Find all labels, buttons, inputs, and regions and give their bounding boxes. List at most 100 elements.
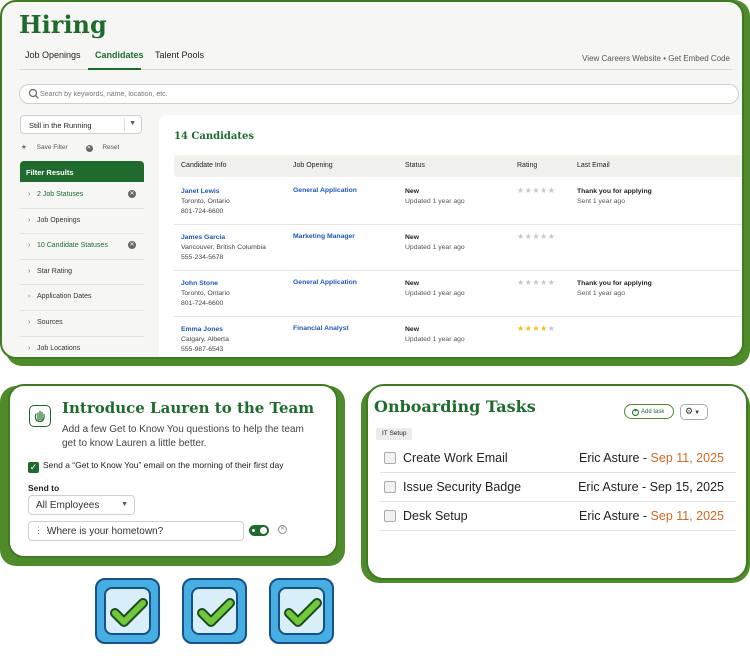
filter-item-application-dates[interactable]: › Application Dates bbox=[20, 285, 144, 311]
star-filled-icon[interactable]: ★ bbox=[532, 324, 540, 333]
candidate-filter-select[interactable]: Still in the Running ▼ bbox=[20, 115, 142, 134]
filter-item-job-statuses[interactable]: › 2 Job Statuses ✕ bbox=[20, 183, 144, 209]
star-rating[interactable]: ★★★★★ bbox=[517, 324, 555, 333]
task-row[interactable]: Desk Setup Eric Asture - Sep 11, 2025 bbox=[380, 503, 736, 531]
toggle-dot bbox=[252, 529, 255, 532]
send-to-select[interactable]: All Employees ▼ bbox=[28, 495, 135, 515]
star-empty-icon[interactable]: ★ bbox=[540, 186, 548, 195]
task-row[interactable]: Create Work Email Eric Asture - Sep 11, … bbox=[380, 445, 736, 473]
star-empty-icon[interactable]: ★ bbox=[532, 186, 540, 195]
reset-button[interactable]: ✕ Reset bbox=[85, 144, 128, 152]
settings-menu-button[interactable]: ⚙▼ bbox=[680, 404, 708, 420]
job-opening-link[interactable]: Financial Analyst bbox=[293, 325, 349, 332]
status-cell: New Updated 1 year ago bbox=[405, 279, 465, 299]
task-assignee: Eric Asture - bbox=[579, 451, 651, 465]
filter-item-job-openings[interactable]: › Job Openings bbox=[20, 209, 144, 235]
star-filled-icon[interactable]: ★ bbox=[517, 324, 525, 333]
candidate-name-link[interactable]: John Stone bbox=[181, 279, 230, 289]
remove-question-icon[interactable]: ✕ bbox=[278, 525, 287, 534]
clear-filter-icon[interactable]: ✕ bbox=[128, 190, 136, 198]
star-empty-icon[interactable]: ★ bbox=[532, 232, 540, 241]
task-checkbox[interactable] bbox=[384, 481, 396, 493]
task-checkbox[interactable] bbox=[384, 510, 396, 522]
star-empty-icon[interactable]: ★ bbox=[548, 186, 556, 195]
task-due-date: Sep 11, 2025 bbox=[650, 451, 724, 465]
job-opening-link[interactable]: General Application bbox=[293, 187, 357, 194]
tab-job-openings[interactable]: Job Openings bbox=[25, 50, 81, 60]
column-header[interactable]: Rating bbox=[517, 162, 537, 169]
clear-filter-icon[interactable]: ✕ bbox=[128, 241, 136, 250]
table-header: Candidate Info Job Opening Status Rating… bbox=[174, 155, 742, 177]
email-sent: Sent 1 year ago bbox=[577, 290, 625, 297]
filter-list: › 2 Job Statuses ✕ › Job Openings › 10 Cand… bbox=[20, 183, 144, 357]
filter-item-star-rating[interactable]: › Star Rating bbox=[20, 260, 144, 286]
task-due-date: Sep 11, 2025 bbox=[650, 509, 724, 523]
send-email-option[interactable]: ✓ Send a “Get to Know You” email on the m… bbox=[28, 460, 284, 473]
column-header[interactable]: Job Opening bbox=[293, 162, 333, 169]
filter-results-header: Filter Results bbox=[20, 161, 144, 182]
column-header[interactable]: Last Email bbox=[577, 162, 610, 169]
star-empty-icon[interactable]: ★ bbox=[548, 232, 556, 241]
chevron-right-icon: › bbox=[28, 293, 31, 301]
tab-candidates[interactable]: Candidates bbox=[95, 50, 144, 60]
check-badge-inner bbox=[104, 587, 151, 635]
filter-item-job-locations[interactable]: › Job Locations bbox=[20, 337, 144, 357]
star-filled-icon[interactable]: ★ bbox=[540, 324, 548, 333]
star-empty-icon[interactable]: ★ bbox=[517, 232, 525, 241]
candidate-info: Emma Jones Calgary, Alberta 555-987-6543 bbox=[181, 325, 229, 355]
task-row[interactable]: Issue Security Badge Eric Asture - Sep 1… bbox=[380, 474, 736, 502]
intro-description: Add a few Get to Know You questions to h… bbox=[62, 424, 304, 449]
search-icon bbox=[28, 88, 39, 99]
email-sent: Sent 1 year ago bbox=[577, 198, 625, 205]
check-icon bbox=[110, 598, 148, 627]
careers-links[interactable]: View Careers Website • Get Embed Code bbox=[582, 54, 730, 63]
star-empty-icon[interactable]: ★ bbox=[548, 278, 556, 287]
star-empty-icon[interactable]: ★ bbox=[540, 278, 548, 287]
table-row[interactable]: John Stone Toronto, Ontario 801-724-6600… bbox=[174, 271, 742, 317]
chevron-down-icon: ▼ bbox=[121, 501, 128, 508]
star-rating[interactable]: ★★★★★ bbox=[517, 278, 555, 287]
task-section-badge: IT Setup bbox=[376, 428, 413, 440]
job-opening-link[interactable]: Marketing Manager bbox=[293, 233, 355, 240]
chevron-right-icon: › bbox=[28, 267, 31, 275]
star-rating[interactable]: ★★★★★ bbox=[517, 186, 555, 195]
star-empty-icon[interactable]: ★ bbox=[532, 278, 540, 287]
column-header[interactable]: Status bbox=[405, 162, 425, 169]
column-header[interactable]: Candidate Info bbox=[181, 162, 227, 169]
task-checkbox[interactable] bbox=[384, 452, 396, 464]
filter-item-candidate-statuses[interactable]: › 10 Candidate Statuses ✕ bbox=[20, 234, 144, 260]
filter-item-sources[interactable]: › Sources bbox=[20, 311, 144, 337]
chevron-right-icon: › bbox=[28, 191, 31, 198]
candidate-name-link[interactable]: James Garcia bbox=[181, 233, 266, 243]
gear-icon: ⚙ bbox=[685, 406, 694, 416]
add-task-button[interactable]: + Add task bbox=[624, 404, 674, 419]
job-opening-link[interactable]: General Application bbox=[293, 279, 357, 286]
search-input[interactable] bbox=[40, 87, 720, 101]
save-filter-button[interactable]: ★ Save Filter bbox=[21, 143, 76, 151]
last-email-cell: Thank you for applying Sent 1 year ago bbox=[577, 279, 652, 299]
check-badge bbox=[182, 578, 247, 644]
task-assignee: Eric Asture - bbox=[579, 509, 651, 523]
candidate-location: Toronto, Ontario bbox=[181, 198, 230, 205]
status-text: New bbox=[405, 188, 419, 195]
star-rating[interactable]: ★★★★★ bbox=[517, 232, 555, 241]
status-text: New bbox=[405, 326, 419, 333]
candidate-location: Vancouver, British Columbia bbox=[181, 244, 266, 251]
send-email-checkbox[interactable]: ✓ bbox=[28, 462, 39, 473]
search-bar[interactable] bbox=[19, 84, 739, 104]
star-empty-icon[interactable]: ★ bbox=[540, 232, 548, 241]
star-empty-icon[interactable]: ★ bbox=[517, 278, 525, 287]
send-email-label: Send a “Get to Know You” email on the mo… bbox=[43, 460, 284, 470]
tab-bar: Job Openings Candidates Talent Pools Vie… bbox=[20, 42, 732, 70]
candidate-name-link[interactable]: Emma Jones bbox=[181, 325, 229, 335]
table-row[interactable]: James Garcia Vancouver, British Columbia… bbox=[174, 225, 742, 271]
star-empty-icon[interactable]: ★ bbox=[517, 186, 525, 195]
candidate-name-link[interactable]: Janet Lewis bbox=[181, 187, 230, 197]
star-empty-icon[interactable]: ★ bbox=[548, 324, 556, 333]
question-input[interactable]: ⋮⋮ Where is your hometown? bbox=[28, 521, 244, 541]
table-row[interactable]: Emma Jones Calgary, Alberta 555-987-6543… bbox=[174, 317, 742, 357]
tab-talent-pools[interactable]: Talent Pools bbox=[155, 50, 204, 60]
table-row[interactable]: Janet Lewis Toronto, Ontario 801-724-660… bbox=[174, 179, 742, 225]
candidate-phone: 801-724-6600 bbox=[181, 208, 224, 215]
chevron-down-icon: ▼ bbox=[129, 120, 136, 127]
